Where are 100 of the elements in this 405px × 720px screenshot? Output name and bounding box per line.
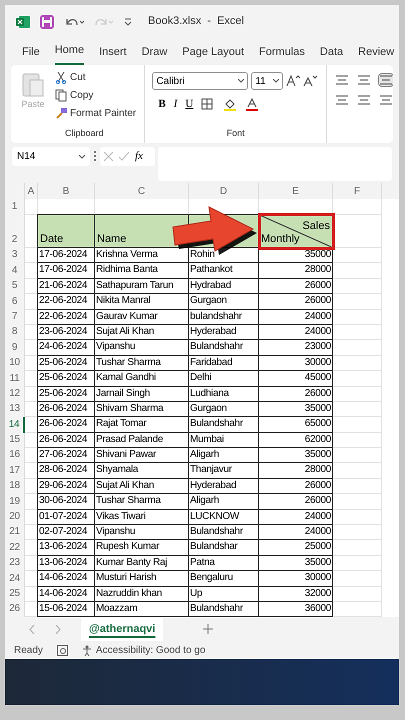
table-cell: 13-06-2024 — [39, 556, 88, 568]
font-name-dropdown[interactable]: Calibri — [152, 72, 248, 90]
empty-cell — [333, 510, 382, 526]
table-cell: 28000 — [304, 464, 331, 476]
align-icon[interactable] — [379, 74, 393, 86]
align-icon[interactable] — [357, 74, 371, 86]
table-cell: 30-06-2024 — [39, 495, 88, 506]
column-header[interactable]: D — [220, 184, 228, 198]
excel-logo-icon[interactable] — [16, 14, 30, 28]
customize-icon[interactable] — [124, 16, 132, 26]
table-cell: Kamal Gandhi — [96, 372, 156, 384]
table-cell: 14-06-2024 — [39, 572, 88, 584]
table-cell: 26-06-2024 — [39, 434, 88, 445]
accessibility-icon[interactable] — [82, 644, 93, 656]
table-cell: 15-06-2024 — [39, 602, 88, 614]
table-cell: Shivam Sharma — [96, 402, 164, 414]
table-cell: Rohin — [190, 249, 215, 260]
table-cell: Gaurav Kumar — [96, 310, 158, 322]
header-cell-text: Date — [40, 232, 64, 246]
table-cell: Vikas Tiwari — [96, 510, 146, 522]
ribbon-tab[interactable]: Insert — [99, 44, 127, 65]
header-cell-text: Sales — [302, 219, 330, 234]
ribbon-tab[interactable]: File — [22, 44, 40, 65]
table-cell: Bulandshahr — [190, 602, 243, 614]
table-cell: Krishna Verma — [96, 249, 158, 260]
font-color-icon[interactable] — [245, 98, 260, 111]
empty-cell — [333, 310, 382, 325]
column-header[interactable]: B — [62, 184, 70, 198]
sheet-tab[interactable]: @athernaqvi — [81, 617, 164, 642]
table-cell: Gurgaon — [190, 402, 227, 414]
table-cell: Sathapuram Tarun — [96, 280, 174, 291]
decrease-font-icon[interactable] — [303, 75, 318, 87]
table-cell: Ridhima Banta — [96, 264, 158, 276]
window-title: Book3.xlsx - Excel — [148, 14, 244, 30]
increase-font-icon[interactable] — [286, 75, 300, 87]
macro-icon[interactable] — [56, 644, 68, 656]
chevron-down-icon — [79, 154, 85, 158]
name-box[interactable]: N14 — [12, 147, 90, 166]
table-cell: Pathankot — [190, 264, 232, 276]
font-style-button[interactable]: I — [174, 96, 178, 112]
ribbon-tab[interactable]: Data — [320, 44, 344, 65]
copy-icon — [55, 89, 67, 102]
header-cell-text: Monthly — [261, 232, 300, 246]
table-cell: Nikita Manral — [96, 295, 150, 306]
table-cell: 30000 — [304, 572, 331, 584]
align-icon[interactable] — [357, 94, 371, 106]
column-header[interactable]: A — [28, 184, 34, 198]
ribbon-action[interactable]: Format Painter — [55, 106, 136, 121]
table-cell: Vipanshu — [96, 526, 136, 538]
status-text[interactable]: Accessibility: Good to go — [96, 642, 206, 658]
table-cell: 17-06-2024 — [39, 264, 88, 276]
table-cell: 24000 — [304, 310, 331, 322]
font-size-dropdown[interactable]: 11 — [251, 72, 284, 90]
ribbon-action[interactable]: Cut — [55, 70, 136, 85]
borders-icon[interactable] — [201, 98, 216, 110]
more-icon[interactable] — [93, 150, 97, 162]
row-header[interactable]: 2 — [12, 232, 18, 247]
column-header[interactable]: C — [138, 184, 146, 198]
table-cell: Hydrabad — [190, 280, 231, 291]
empty-cell — [333, 371, 382, 387]
column-header[interactable]: F — [354, 184, 360, 198]
table-cell: 24000 — [304, 326, 331, 337]
align-icon[interactable] — [335, 94, 349, 106]
empty-cell — [333, 340, 382, 356]
table-cell: 35000 — [304, 402, 331, 414]
save-icon[interactable] — [40, 14, 54, 28]
table-cell: Patna — [190, 556, 215, 568]
status-text: Ready — [14, 644, 43, 658]
table-cell: 26000 — [304, 388, 331, 399]
table-cell: 29-06-2024 — [39, 480, 88, 491]
table-cell: 22-06-2024 — [39, 310, 88, 322]
table-cell: Kumar Banty Raj — [96, 556, 168, 568]
table-cell: 13-06-2024 — [39, 541, 88, 552]
ribbon-tab[interactable]: Draw — [142, 44, 168, 65]
ribbon-tab[interactable]: Formulas — [259, 44, 305, 65]
table-cell: 65000 — [304, 418, 331, 430]
empty-cell — [333, 356, 382, 372]
table-cell: 30000 — [304, 356, 331, 368]
table-cell: 26000 — [304, 480, 331, 491]
table-cell: 28-06-2024 — [39, 464, 88, 476]
table-cell: 02-07-2024 — [39, 526, 88, 538]
add-sheet-icon[interactable] — [203, 624, 214, 634]
insert-function-button[interactable]: fx — [135, 148, 143, 165]
ribbon-action[interactable]: Copy — [55, 88, 136, 103]
empty-cell — [333, 417, 382, 433]
table-cell: 26000 — [304, 280, 331, 291]
ribbon-tab[interactable]: Page Layout — [182, 44, 244, 65]
font-style-button[interactable]: B — [158, 96, 166, 112]
align-icon[interactable] — [335, 74, 349, 86]
ribbon-tab[interactable]: Review — [358, 44, 394, 65]
empty-cell — [333, 540, 382, 556]
column-header[interactable]: E — [292, 184, 299, 198]
fill-color-icon[interactable] — [223, 98, 238, 111]
table-cell: 22-06-2024 — [39, 295, 88, 306]
table-cell: Rajat Tomar — [96, 418, 146, 430]
table-cell: Prasad Palande — [96, 434, 163, 445]
align-icon[interactable] — [379, 94, 393, 106]
table-cell: Ludhiana — [190, 388, 229, 399]
table-cell: Vipanshu — [96, 341, 136, 352]
font-style-button[interactable]: U — [185, 96, 194, 112]
